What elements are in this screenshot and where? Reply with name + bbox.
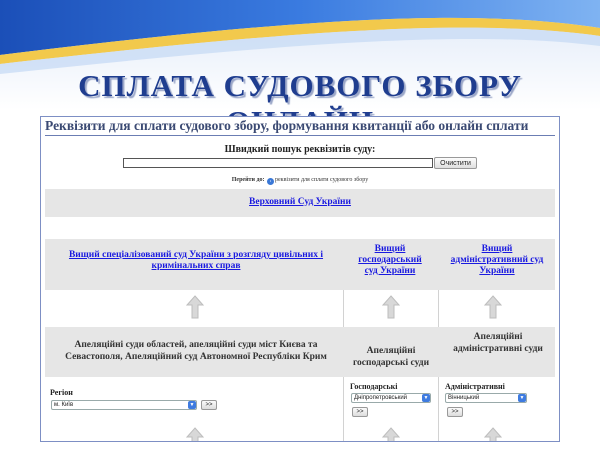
commercial-select[interactable]: Дніпропетровський ▼ [351, 393, 431, 403]
supreme-court-link[interactable]: Верховний Суд України [45, 197, 555, 208]
region-select[interactable]: м. Київ ▼ [51, 400, 197, 410]
region-go-button[interactable]: >> [201, 400, 217, 410]
payment-panel: Реквізити для сплати судового збору, фор… [40, 116, 560, 442]
high-court-commercial-link[interactable]: Вищий господарський суд України [357, 244, 423, 277]
appeal-courts-general: Апеляційні суди областей, апеляційні суд… [65, 340, 327, 362]
high-court-civil-link[interactable]: Вищий спеціалізований суд України з розг… [55, 250, 337, 272]
chevron-down-icon: ▼ [422, 394, 430, 402]
administrative-go-button[interactable]: >> [447, 407, 463, 417]
chevron-down-icon: ▼ [188, 401, 196, 409]
circle-arrow-icon: › [267, 178, 274, 185]
up-arrow-icon [186, 295, 204, 319]
goto-row: Перейти до: › реквізити для сплати судово… [41, 177, 559, 185]
administrative-label: Адміністративні [445, 382, 505, 391]
clear-button[interactable]: Очистити [434, 157, 477, 169]
goto-link[interactable]: реквізити для сплати судового збору [275, 177, 368, 183]
commercial-select-value: Дніпропетровський [354, 395, 408, 401]
up-arrow-icon [484, 427, 502, 441]
administrative-select-value: Вінницький [448, 395, 480, 401]
up-arrow-icon [484, 295, 502, 319]
commercial-go-button[interactable]: >> [352, 407, 368, 417]
appeal-courts-commercial: Апеляційні господарські суди [352, 346, 430, 368]
region-label: Регіон [50, 388, 73, 397]
commercial-label: Господарські [350, 382, 398, 391]
up-arrow-icon [382, 295, 400, 319]
goto-label: Перейти до: [231, 177, 265, 183]
panel-header: Реквізити для сплати судового збору, фор… [45, 118, 555, 136]
up-arrow-icon [382, 427, 400, 441]
appeal-courts-administrative: Апеляційні адміністративні суди [453, 332, 543, 354]
administrative-select[interactable]: Вінницький ▼ [445, 393, 527, 403]
up-arrow-icon [186, 427, 204, 441]
region-select-value: м. Київ [54, 402, 74, 408]
search-input[interactable] [123, 158, 433, 168]
search-label: Швидкий пошук реквізитів суду: [224, 144, 376, 155]
high-court-administrative-link[interactable]: Вищий адміністративний суд України [447, 244, 547, 277]
chevron-down-icon: ▼ [518, 394, 526, 402]
